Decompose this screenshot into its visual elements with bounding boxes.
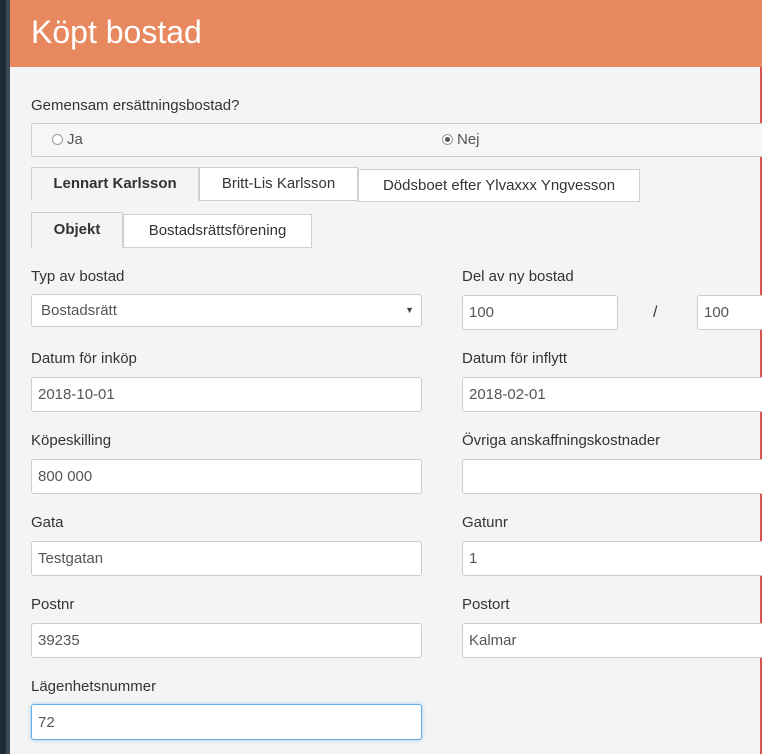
other-costs-label: Övriga anskaffningskostnader xyxy=(462,432,661,449)
shared-housing-label: Gemensam ersättningsbostad? xyxy=(31,97,240,114)
share-numerator-input[interactable] xyxy=(462,295,618,330)
city-input[interactable] xyxy=(462,623,762,658)
purchase-date-input[interactable] xyxy=(31,377,422,412)
postal-code-label: Postnr xyxy=(31,596,75,613)
tab-objekt[interactable]: Objekt xyxy=(31,212,123,248)
city-label: Postort xyxy=(462,596,510,613)
other-costs-input[interactable] xyxy=(462,459,762,494)
radio-label-ja: Ja xyxy=(67,131,83,148)
postal-code-input[interactable] xyxy=(31,623,422,658)
purchase-date-label: Datum för inköp xyxy=(31,350,137,367)
apartment-no-label: Lägenhetsnummer xyxy=(31,678,157,695)
street-no-label: Gatunr xyxy=(462,514,508,531)
tab-bostadsrattsforening[interactable]: Bostadsrättsförening xyxy=(123,214,312,248)
street-label: Gata xyxy=(31,514,64,531)
move-in-date-input[interactable] xyxy=(462,377,762,412)
share-separator: / xyxy=(653,304,658,321)
share-denominator-input[interactable] xyxy=(697,295,762,330)
radio-unchecked-icon[interactable] xyxy=(52,134,63,145)
tab-person-dodsboet[interactable]: Dödsboet efter Ylvaxxx Yngvesson xyxy=(358,169,640,202)
shared-housing-radio-group: Ja Nej xyxy=(31,123,762,157)
radio-option-nej[interactable]: Nej xyxy=(442,131,480,148)
radio-label-nej: Nej xyxy=(457,131,480,148)
caret-down-icon: ▼ xyxy=(405,305,414,315)
street-input[interactable] xyxy=(31,541,422,576)
page-header: Köpt bostad xyxy=(10,0,762,67)
price-input[interactable] xyxy=(31,459,422,494)
housing-type-value: Bostadsrätt xyxy=(41,302,117,319)
radio-option-ja[interactable]: Ja xyxy=(52,131,83,148)
housing-type-label: Typ av bostad xyxy=(31,268,125,285)
price-label: Köpeskilling xyxy=(31,432,112,449)
housing-type-select[interactable]: Bostadsrätt ▼ xyxy=(31,294,422,327)
street-no-input[interactable] xyxy=(462,541,762,576)
tab-person-britt-lis-karlsson[interactable]: Britt-Lis Karlsson xyxy=(199,167,358,201)
apartment-no-input[interactable] xyxy=(31,704,422,740)
share-label: Del av ny bostad xyxy=(462,268,574,285)
move-in-date-label: Datum för inflytt xyxy=(462,350,568,367)
window-left-border xyxy=(0,0,10,754)
tab-person-lennart-karlsson[interactable]: Lennart Karlsson xyxy=(31,167,199,201)
radio-checked-icon[interactable] xyxy=(442,134,453,145)
page-title: Köpt bostad xyxy=(31,14,202,50)
